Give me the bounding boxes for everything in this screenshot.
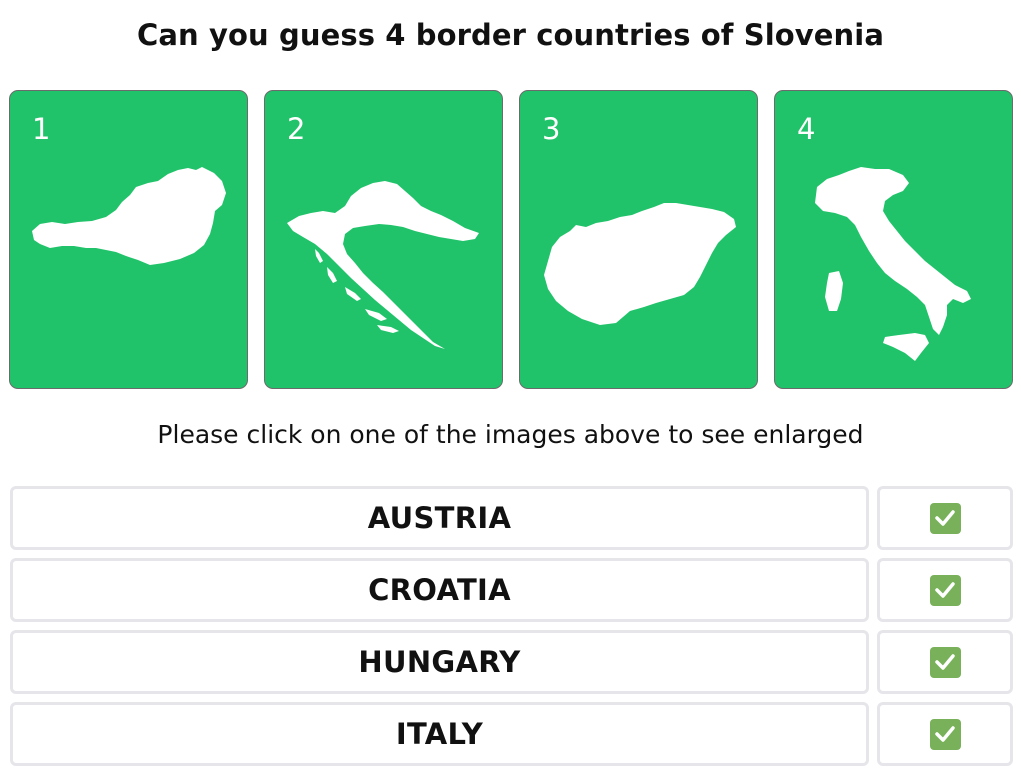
country-card-1[interactable]: 1 (9, 90, 248, 389)
answer-status (877, 702, 1013, 766)
answer-status (877, 558, 1013, 622)
country-cards: 1 2 3 4 (9, 90, 1013, 389)
hungary-map-icon (544, 203, 736, 325)
answer-row: HUNGARY (10, 630, 1013, 694)
answer-row: AUSTRIA (10, 486, 1013, 550)
check-mark-icon (929, 646, 961, 678)
country-card-4[interactable]: 4 (774, 90, 1013, 389)
check-mark-icon (929, 502, 961, 534)
answer-status (877, 486, 1013, 550)
check-mark-icon (929, 718, 961, 750)
answer-field[interactable]: CROATIA (10, 558, 869, 622)
answer-field[interactable]: AUSTRIA (10, 486, 869, 550)
check-mark-icon (929, 574, 961, 606)
austria-map-icon (32, 167, 226, 265)
country-card-2[interactable]: 2 (264, 90, 503, 389)
answer-status (877, 630, 1013, 694)
country-card-3[interactable]: 3 (519, 90, 758, 389)
quiz-title: Can you guess 4 border countries of Slov… (137, 18, 884, 52)
answer-field[interactable]: ITALY (10, 702, 869, 766)
answer-field[interactable]: HUNGARY (10, 630, 869, 694)
croatia-map-icon (287, 181, 479, 349)
answer-row: ITALY (10, 702, 1013, 766)
italy-map-icon (815, 167, 971, 361)
answer-row: CROATIA (10, 558, 1013, 622)
instruction-text: Please click on one of the images above … (157, 420, 864, 449)
